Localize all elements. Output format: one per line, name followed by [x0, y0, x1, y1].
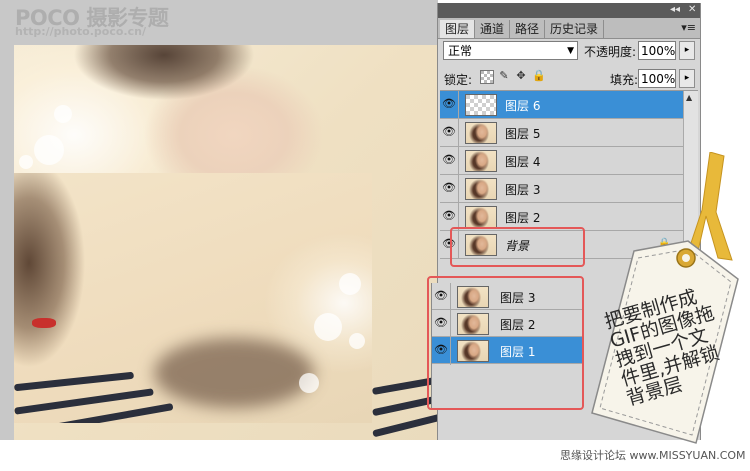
fill-arrow-button[interactable]: ▸: [679, 69, 695, 88]
scroll-up-icon[interactable]: ▲: [686, 93, 692, 102]
layer-name: 图层 2: [505, 211, 541, 225]
highlight-box-new-layers: [427, 276, 584, 410]
site-footer-watermark: 思缘设计论坛 www.MISSYUAN.COM: [560, 449, 746, 462]
eye-icon[interactable]: 👁: [442, 125, 456, 139]
collapse-icon[interactable]: ◂◂: [670, 4, 680, 15]
layer-thumbnail: [465, 122, 497, 144]
lock-all-icon[interactable]: 🔒: [532, 70, 546, 82]
divider: [458, 175, 459, 203]
layer-name: 图层 5: [505, 127, 541, 141]
opacity-label: 不透明度:: [584, 45, 637, 59]
layer-row[interactable]: 👁 图层 6: [440, 91, 683, 119]
lock-brush-icon[interactable]: ✎: [498, 70, 510, 82]
layer-thumbnail: [465, 150, 497, 172]
panel-title-bar: ◂◂ ✕: [438, 3, 700, 18]
panel-tab-bar: 图层 通道 路径 历史记录 ▾≡: [438, 18, 700, 39]
bokeh-light: [314, 313, 342, 341]
shirt-stripe: [14, 371, 135, 392]
eye-icon[interactable]: 👁: [442, 153, 456, 167]
layer-row[interactable]: 👁 图层 3: [440, 175, 683, 203]
layer-name: 图层 4: [505, 155, 541, 169]
bokeh-light: [349, 333, 365, 349]
fill-input[interactable]: 100%: [638, 69, 676, 88]
tab-channels[interactable]: 通道: [475, 20, 511, 38]
photo-document-small[interactable]: [14, 173, 372, 423]
layer-row[interactable]: 👁 图层 5: [440, 119, 683, 147]
divider: [458, 91, 459, 119]
panel-menu-icon[interactable]: ▾≡: [681, 21, 696, 34]
layer-thumbnail: [465, 178, 497, 200]
layer-name: 图层 6: [505, 99, 541, 113]
blend-mode-value: 正常: [448, 44, 473, 58]
bokeh-light: [299, 373, 319, 393]
lock-transparent-icon[interactable]: [480, 70, 494, 84]
layer-row[interactable]: 👁 图层 4: [440, 147, 683, 175]
chevron-down-icon: ▼: [567, 46, 574, 56]
layer-thumbnail: [465, 94, 497, 116]
divider: [458, 119, 459, 147]
watermark-url: http://photo.poco.cn/: [15, 25, 146, 38]
tab-history[interactable]: 历史记录: [545, 20, 605, 38]
opacity-input[interactable]: 100%: [638, 41, 676, 60]
lock-move-icon[interactable]: ✥: [515, 70, 527, 82]
blend-mode-select[interactable]: 正常 ▼: [443, 41, 578, 60]
lock-label: 锁定:: [444, 73, 473, 87]
tab-paths[interactable]: 路径: [510, 20, 546, 38]
eye-icon[interactable]: 👁: [442, 97, 456, 111]
tab-layers[interactable]: 图层: [440, 20, 476, 38]
layer-thumbnail: [465, 206, 497, 228]
bokeh-light: [19, 155, 33, 169]
fill-label: 填充:: [610, 73, 639, 87]
shirt-stripe: [372, 413, 438, 438]
close-icon[interactable]: ✕: [688, 4, 696, 15]
eye-icon[interactable]: 👁: [442, 181, 456, 195]
hair-detail: [154, 338, 314, 408]
eye-icon[interactable]: 👁: [442, 209, 456, 223]
bokeh-light: [54, 105, 72, 123]
bokeh-light: [34, 135, 64, 165]
highlight-box-background-layer: [450, 227, 585, 267]
layer-name: 图层 3: [505, 183, 541, 197]
lips-detail: [32, 318, 56, 328]
bokeh-light: [339, 273, 361, 295]
divider: [458, 147, 459, 175]
opacity-arrow-button[interactable]: ▸: [679, 41, 695, 60]
tag-hole: [682, 254, 690, 262]
